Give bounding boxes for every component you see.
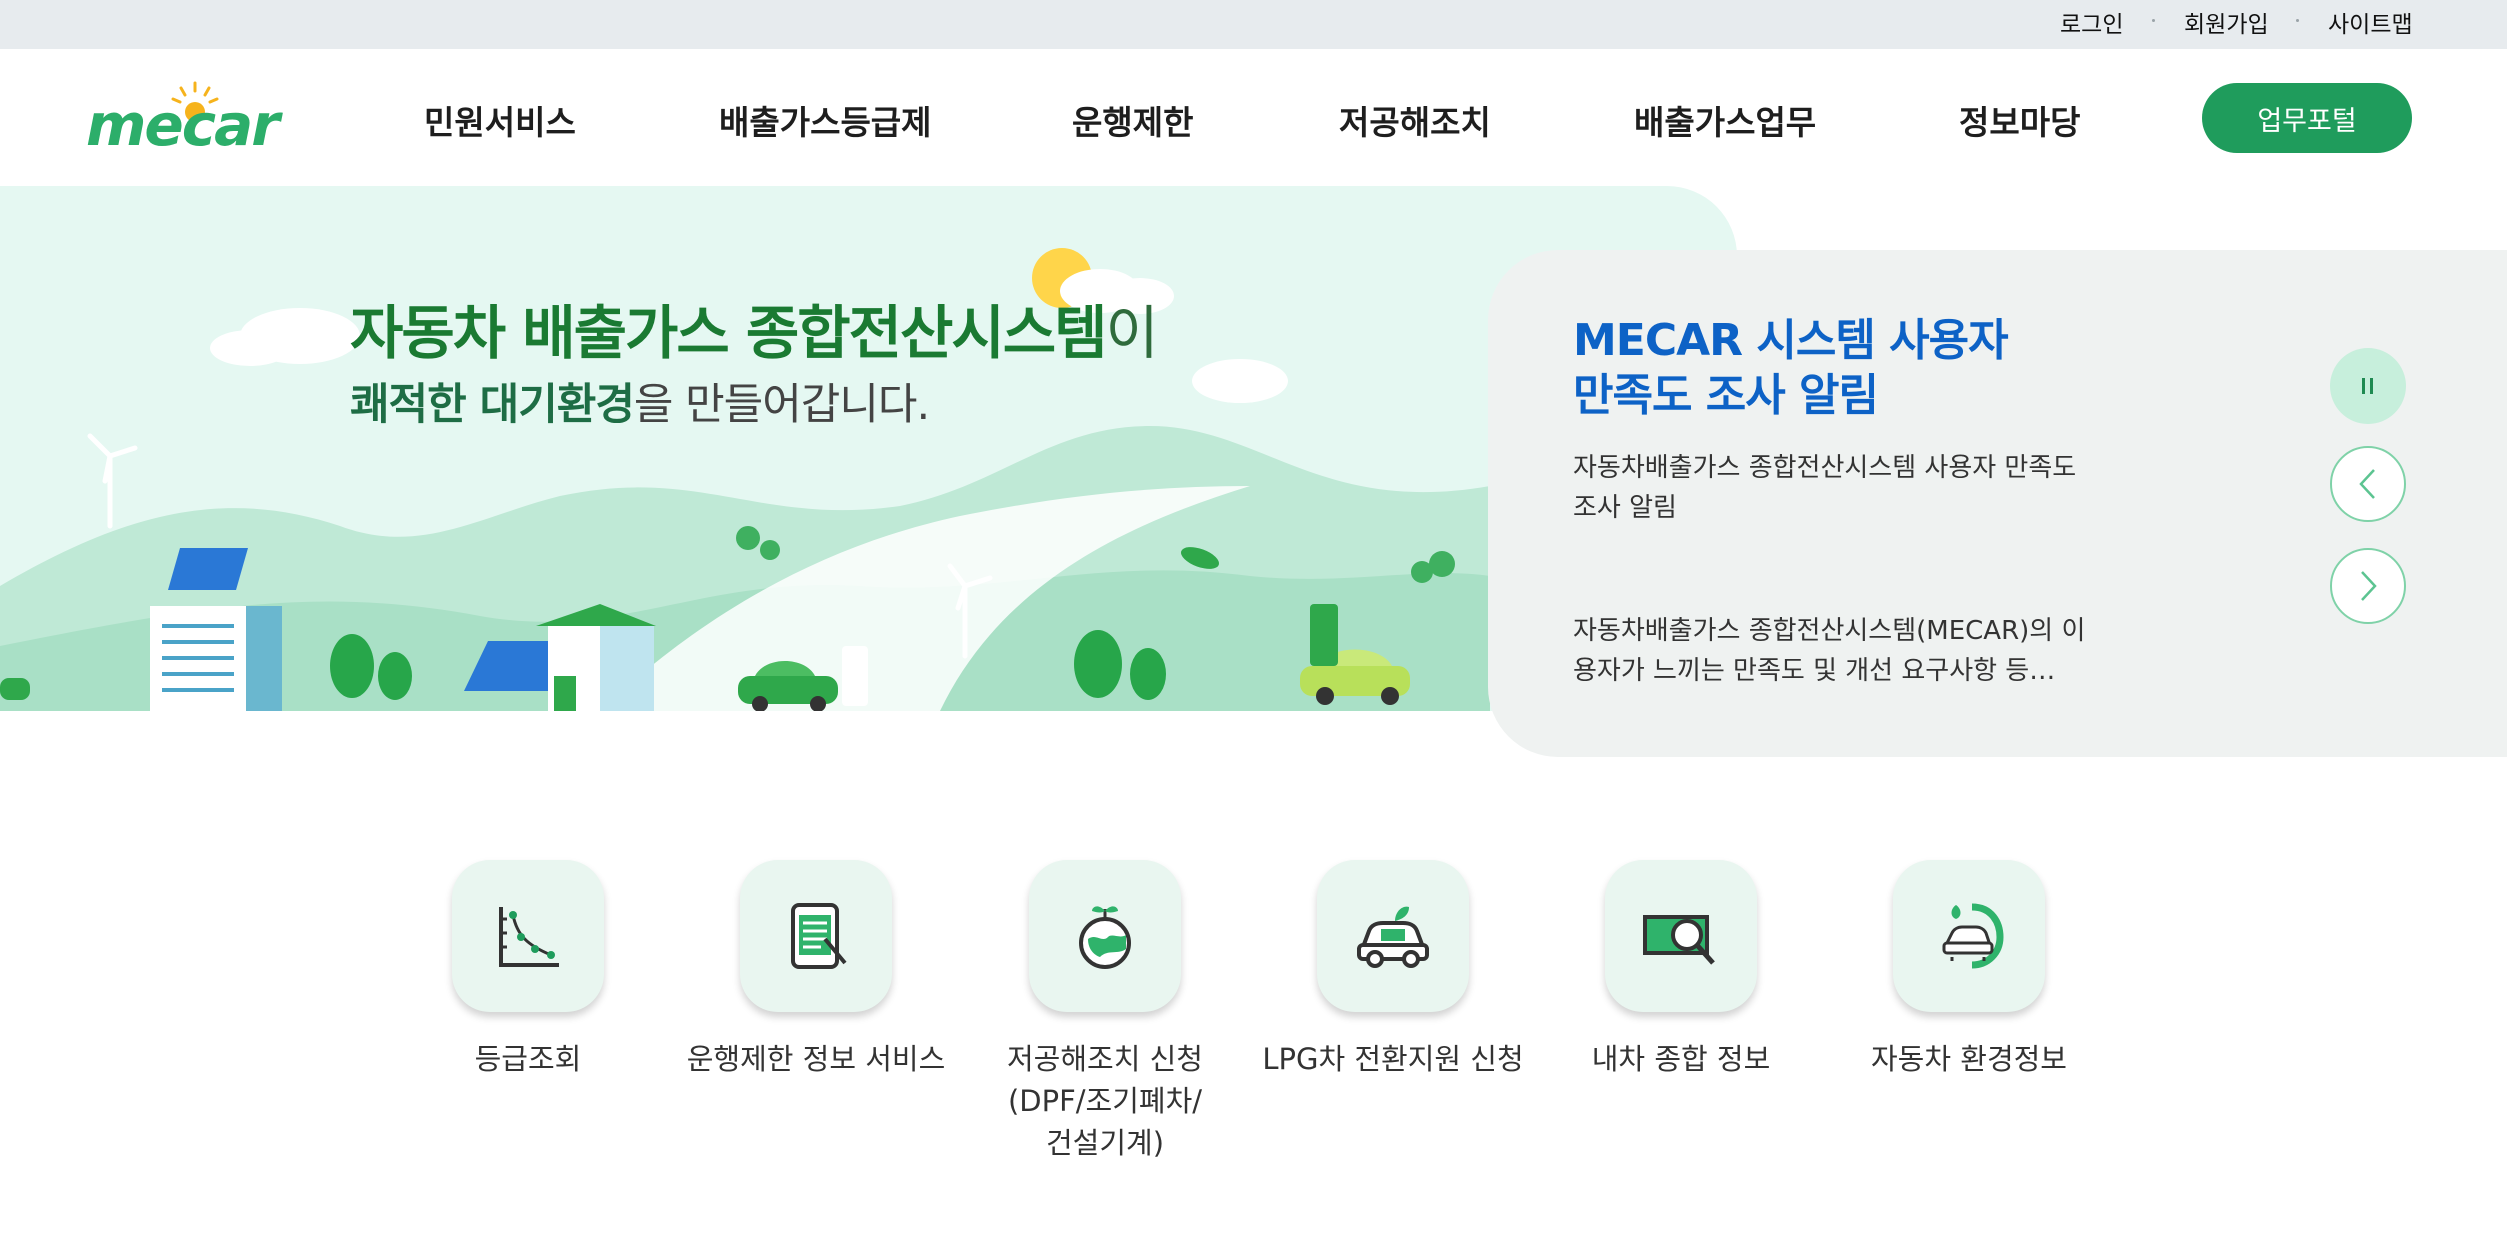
service-car-environment[interactable]: 자동차 환경정보 [1829, 860, 2109, 1080]
notice-title[interactable]: MECAR 시스템 사용자 만족도 조사 알림 [1573, 313, 2073, 423]
nav-info[interactable]: 정보마당 [1959, 96, 2080, 144]
notice-title-line1[interactable]: MECAR 시스템 사용자 [1573, 313, 2073, 368]
service-lpg-conversion[interactable]: LPG차 전환지원 신청 [1253, 860, 1533, 1080]
logo-text: mecar [86, 91, 283, 159]
pause-icon [2362, 378, 2373, 394]
login-link[interactable]: 로그인 [2060, 5, 2123, 39]
separator-dot [2296, 19, 2299, 22]
utility-bar: 로그인 회원가입 사이트맵 [0, 0, 2507, 49]
main-header: mecar 민원서비스 배출가스등급제 운행제한 저공해조치 배출가스업무 정보… [0, 49, 2507, 186]
mecar-logo[interactable]: mecar [84, 79, 306, 159]
sitemap-link[interactable]: 사이트맵 [2328, 5, 2413, 39]
nav-low-emission[interactable]: 저공해조치 [1339, 96, 1491, 144]
eco-car-icon [1357, 906, 1429, 968]
service-icon-box[interactable] [1029, 860, 1181, 1012]
service-label[interactable]: 등급조회 [388, 1038, 668, 1080]
service-icon-box[interactable] [1317, 860, 1469, 1012]
separator-dot [2152, 19, 2155, 22]
service-low-emission-apply[interactable]: 저공해조치 신청 (DPF/조기폐차/ 건설기계) [965, 860, 1245, 1164]
hero-subtitle-highlight: 쾌적한 대기환경 [350, 380, 635, 430]
nav-emission-work[interactable]: 배출가스업무 [1634, 96, 1816, 144]
service-label[interactable]: 저공해조치 신청 (DPF/조기폐차/ 건설기계) [965, 1038, 1245, 1164]
notice-title-line2[interactable]: 만족도 조사 알림 [1573, 368, 2073, 423]
hero-subtitle: 쾌적한 대기환경을 만들어갑니다. [350, 370, 930, 432]
tablet-document-icon [791, 903, 847, 969]
notice-body: 자동차배출가스 종합전산시스템(MECAR)의 이용자가 느끼는 만족도 및 개… [1573, 616, 2086, 686]
hero-title: 자동차 배출가스 종합전산시스템이 [350, 286, 1159, 370]
nav-emission-grade[interactable]: 배출가스등급제 [719, 96, 932, 144]
service-label[interactable]: 자동차 환경정보 [1829, 1038, 2109, 1080]
graph-icon [499, 907, 559, 967]
work-portal-button[interactable]: 업무포털 [2202, 83, 2412, 153]
service-label[interactable]: LPG차 전환지원 신청 [1253, 1038, 1533, 1080]
service-grade-lookup[interactable]: 등급조회 [388, 860, 668, 1080]
hero-title-suffix: 이 [1105, 299, 1158, 367]
service-label[interactable]: 내차 종합 정보 [1541, 1038, 1821, 1080]
service-icon-box[interactable] [1605, 860, 1757, 1012]
hero-banner [0, 186, 1737, 711]
earth-sprout-icon [1079, 906, 1131, 969]
service-icon-box[interactable] [1893, 860, 2045, 1012]
slider-pause-button[interactable] [2330, 348, 2406, 424]
slider-next-button[interactable] [2330, 548, 2406, 624]
eco-city-illustration [0, 248, 1490, 711]
nav-civil-service[interactable]: 민원서비스 [424, 96, 576, 144]
notice-summary: 자동차배출가스 종합전산시스템 사용자 만족도 조사 알림 [1573, 453, 2077, 523]
service-label[interactable]: 운행제한 정보 서비스 [676, 1038, 956, 1080]
chevron-right-icon [2361, 571, 2377, 601]
money-search-icon [1643, 915, 1715, 965]
hero-subtitle-rest: 을 만들어갑니다. [633, 380, 930, 430]
service-icon-box[interactable] [740, 860, 892, 1012]
slider-prev-button[interactable] [2330, 446, 2406, 522]
service-operation-info[interactable]: 운행제한 정보 서비스 [676, 860, 956, 1080]
service-icon-box[interactable] [452, 860, 604, 1012]
car-leaf-icon [1942, 903, 2004, 969]
signup-link[interactable]: 회원가입 [2184, 5, 2269, 39]
service-my-car-info[interactable]: 내차 종합 정보 [1541, 860, 1821, 1080]
hero-title-main: 자동차 배출가스 종합전산시스템 [350, 299, 1107, 367]
chevron-left-icon [2359, 469, 2375, 499]
nav-operation-limit[interactable]: 운행제한 [1072, 96, 1193, 144]
